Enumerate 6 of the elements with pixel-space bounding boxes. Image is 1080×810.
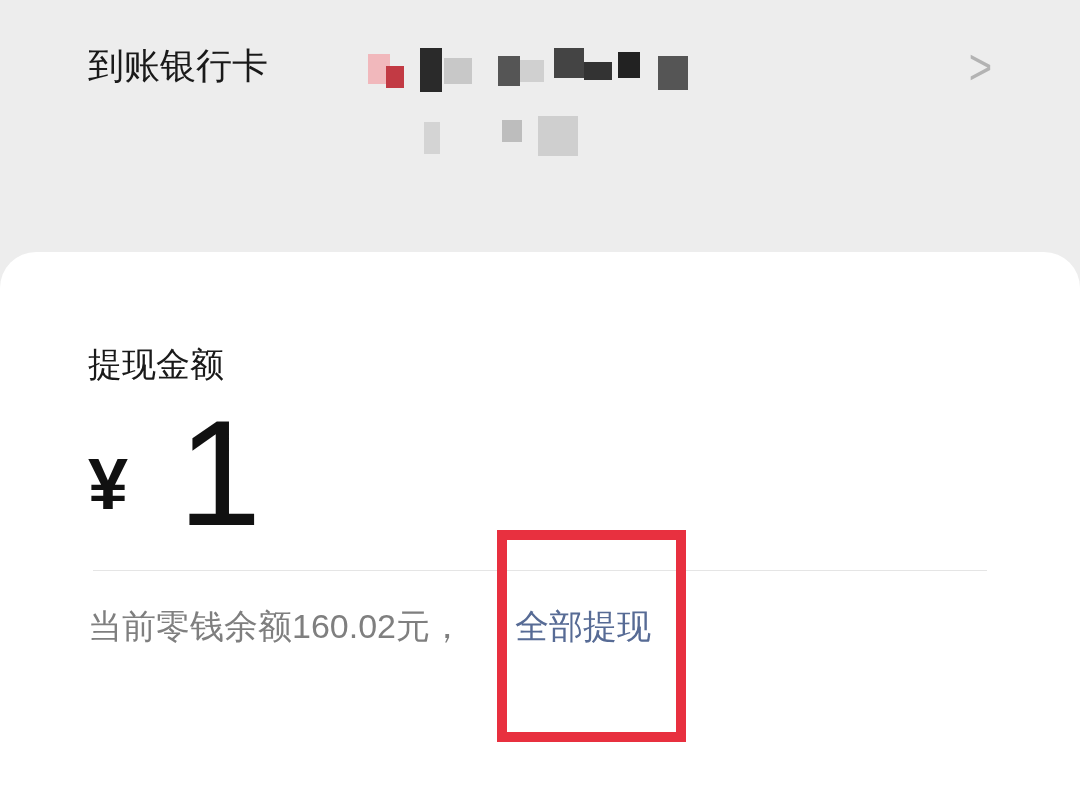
withdraw-all-link[interactable]: 全部提现 [515, 603, 651, 649]
withdraw-amount-label: 提现金额 [88, 344, 225, 384]
bank-card-label: 到账银行卡 [88, 44, 269, 88]
currency-symbol: ¥ [88, 444, 129, 524]
amount-input[interactable]: 1 [178, 408, 262, 538]
balance-text: 当前零钱余额160.02元， [88, 606, 465, 647]
